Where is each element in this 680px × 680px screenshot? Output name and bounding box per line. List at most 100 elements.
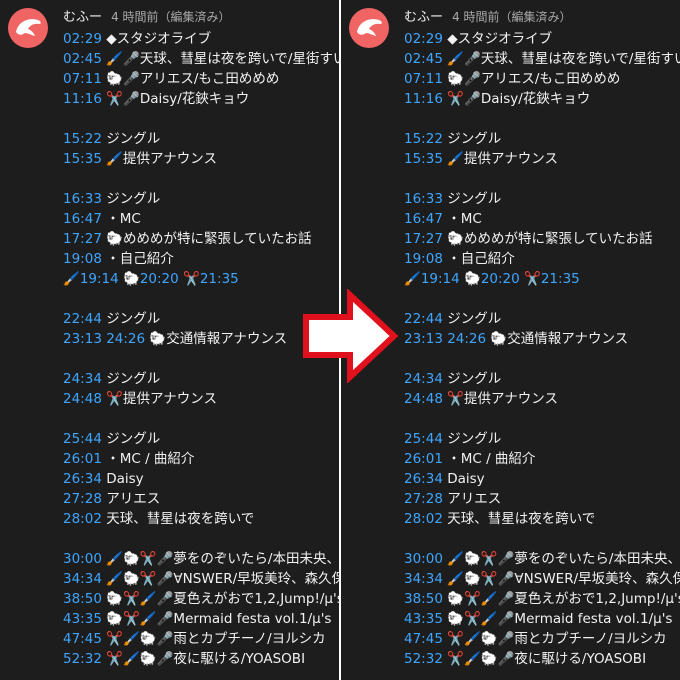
line-text: ・MC xyxy=(442,211,482,227)
timestamp-link[interactable]: 38:50 xyxy=(63,591,102,607)
timestamp-link[interactable]: 26:34 xyxy=(404,471,443,487)
line-text: 🖌️🎤天球、彗星は夜を跨いで/星街すい xyxy=(101,51,339,67)
timestamp-link[interactable]: 16:33 xyxy=(63,191,102,207)
timestamp-link[interactable]: 20:20 xyxy=(140,271,179,287)
timestamp-link[interactable]: 19:14 xyxy=(421,271,460,287)
avatar[interactable] xyxy=(8,8,48,48)
author-name[interactable]: むふー xyxy=(63,10,102,25)
timestamp-link[interactable]: 52:32 xyxy=(63,651,102,667)
timestamp-link[interactable]: 24:26 xyxy=(447,331,486,347)
comment-line: 19:08 ・自己紹介 xyxy=(63,249,339,269)
comment-line: 11:16 ✂️🎤Daisy/花鋏キョウ xyxy=(404,89,680,109)
timestamp-link[interactable]: 20:20 xyxy=(481,271,520,287)
line-text: ◆スタジオライブ xyxy=(442,31,553,47)
timestamp-link[interactable]: 02:29 xyxy=(63,31,102,47)
comment-line: 11:16 ✂️🎤Daisy/花鋏キョウ xyxy=(63,89,339,109)
line-text: 🖌️提供アナウンス xyxy=(101,151,217,167)
comment-line: 43:35 🐑✂️🖌️🎤Mermaid festa vol.1/μ's xyxy=(63,609,339,629)
timestamp-link[interactable]: 30:00 xyxy=(63,551,102,567)
timestamp-link[interactable]: 11:16 xyxy=(404,91,443,107)
timestamp-link[interactable]: 26:01 xyxy=(63,451,102,467)
timestamp-link[interactable]: 19:08 xyxy=(63,251,102,267)
timestamp-link[interactable]: 23:13 xyxy=(404,331,443,347)
timestamp-link[interactable]: 02:29 xyxy=(404,31,443,47)
comment-time[interactable]: 4 時間前（編集済み） xyxy=(452,10,571,24)
timestamp-link[interactable]: 28:02 xyxy=(404,511,443,527)
timestamp-link[interactable]: 28:02 xyxy=(63,511,102,527)
timestamp-link[interactable]: 16:47 xyxy=(404,211,443,227)
timestamp-link[interactable]: 22:44 xyxy=(63,311,102,327)
comment-line: 16:33 ジングル xyxy=(404,189,680,209)
comment-line: 02:29 ◆スタジオライブ xyxy=(404,29,680,49)
timestamp-link[interactable]: 07:11 xyxy=(63,71,102,87)
line-text: 天球、彗星は夜を跨いで xyxy=(442,511,596,527)
timestamp-link[interactable]: 16:47 xyxy=(63,211,102,227)
timestamp-link[interactable]: 21:35 xyxy=(200,271,239,287)
line-text: 🐑めめめが特に緊張していたお話 xyxy=(101,231,312,247)
timestamp-link[interactable]: 17:27 xyxy=(404,231,443,247)
timestamp-link[interactable]: 43:35 xyxy=(404,611,443,627)
timestamp-link[interactable]: 25:44 xyxy=(63,431,102,447)
comment-line: 26:34 Daisy xyxy=(404,469,680,489)
line-text: 🐑🎤アリエス/もこ田めめめ xyxy=(101,71,280,87)
comment-line: 19:08 ・自己紹介 xyxy=(404,249,680,269)
timestamp-link[interactable]: 52:32 xyxy=(404,651,443,667)
avatar[interactable] xyxy=(349,8,389,48)
timestamp-link[interactable]: 22:44 xyxy=(404,311,443,327)
line-text: 🐑交通情報アナウンス xyxy=(145,331,288,347)
timestamp-link[interactable]: 25:44 xyxy=(404,431,443,447)
timestamp-link[interactable]: 27:28 xyxy=(404,491,443,507)
timestamp-link[interactable]: 17:27 xyxy=(63,231,102,247)
line-text: Daisy xyxy=(442,471,485,487)
timestamp-link[interactable]: 15:35 xyxy=(404,151,443,167)
timestamp-link[interactable]: 16:33 xyxy=(404,191,443,207)
timestamp-link[interactable]: 21:35 xyxy=(541,271,580,287)
timestamp-link[interactable]: 34:34 xyxy=(63,571,102,587)
author-name[interactable]: むふー xyxy=(404,10,443,25)
timestamp-link[interactable]: 15:35 xyxy=(63,151,102,167)
comment-line: 16:47 ・MC xyxy=(404,209,680,229)
timestamp-link[interactable]: 23:13 xyxy=(63,331,102,347)
comment-line: 26:01 ・MC / 曲紹介 xyxy=(404,449,680,469)
timestamp-link[interactable]: 24:48 xyxy=(404,391,443,407)
comment-time[interactable]: 4 時間前（編集済み） xyxy=(111,10,230,24)
timestamp-link[interactable]: 47:45 xyxy=(63,631,102,647)
comment-line: 24:34 ジングル xyxy=(63,369,339,389)
timestamp-link[interactable]: 07:11 xyxy=(404,71,443,87)
timestamp-link[interactable]: 11:16 xyxy=(63,91,102,107)
timestamp-link[interactable]: 15:22 xyxy=(404,131,443,147)
timestamp-link[interactable]: 27:28 xyxy=(63,491,102,507)
timestamp-link[interactable]: 02:45 xyxy=(63,51,102,67)
timestamp-link[interactable]: 15:22 xyxy=(63,131,102,147)
timestamp-link[interactable]: 19:14 xyxy=(80,271,119,287)
timestamp-link[interactable]: 26:01 xyxy=(404,451,443,467)
line-text: 🐑 xyxy=(459,271,481,287)
timestamp-link[interactable]: 30:00 xyxy=(404,551,443,567)
timestamp-link[interactable]: 47:45 xyxy=(404,631,443,647)
timestamp-link[interactable]: 43:35 xyxy=(63,611,102,627)
line-text: ◆スタジオライブ xyxy=(101,31,212,47)
comparison-stage: むふー 4 時間前（編集済み） 02:29 ◆スタジオライブ 02:45 🖌️🎤天… xyxy=(0,0,680,680)
line-text: ・MC / 曲紹介 xyxy=(442,451,536,467)
line-text: ジングル xyxy=(442,191,502,207)
timestamp-link[interactable]: 24:26 xyxy=(106,331,145,347)
line-text: 🐑めめめが特に緊張していたお話 xyxy=(442,231,653,247)
comment-line: 25:44 ジングル xyxy=(404,429,680,449)
timestamp-link[interactable]: 24:48 xyxy=(63,391,102,407)
timestamp-link[interactable]: 24:34 xyxy=(404,371,443,387)
timestamp-link[interactable]: 38:50 xyxy=(404,591,443,607)
timestamp-link[interactable]: 26:34 xyxy=(63,471,102,487)
comment-line: 22:44 ジングル xyxy=(63,309,339,329)
timestamp-link[interactable]: 02:45 xyxy=(404,51,443,67)
comment-line: 07:11 🐑🎤アリエス/もこ田めめめ xyxy=(63,69,339,89)
timestamp-link[interactable]: 19:08 xyxy=(404,251,443,267)
comment-line: 43:35 🐑✂️🖌️🎤Mermaid festa vol.1/μ's xyxy=(404,609,680,629)
timestamp-link[interactable]: 34:34 xyxy=(404,571,443,587)
timestamp-link[interactable]: 24:34 xyxy=(63,371,102,387)
line-text: Daisy xyxy=(101,471,144,487)
